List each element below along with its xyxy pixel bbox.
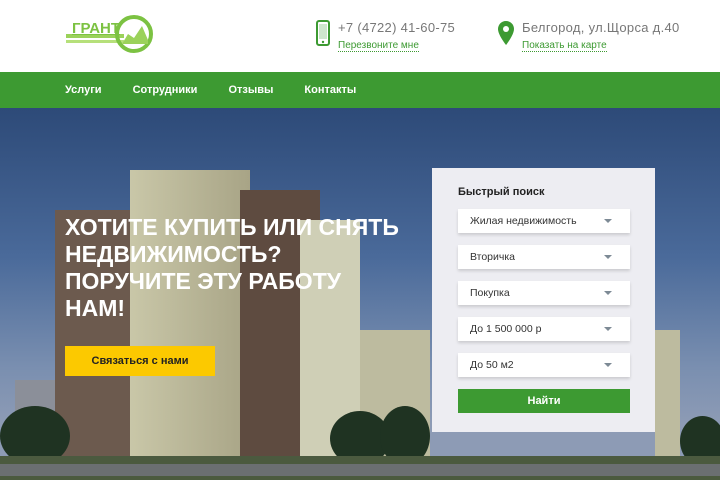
site-header: ГРАНТ +7 (4722) 41-60-75 Перезвоните мне… [0, 0, 720, 72]
callback-link[interactable]: Перезвоните мне [338, 40, 419, 52]
contact-us-button[interactable]: Связаться с нами [65, 346, 215, 376]
select-value: До 50 м2 [470, 359, 514, 371]
select-value: До 1 500 000 р [470, 323, 542, 335]
price-select[interactable]: До 1 500 000 р [458, 317, 630, 341]
map-pin-icon [498, 21, 514, 45]
deal-type-select[interactable]: Покупка [458, 281, 630, 305]
chevron-down-icon [604, 363, 612, 367]
chevron-down-icon [604, 327, 612, 331]
chevron-down-icon [604, 255, 612, 259]
logo-text: ГРАНТ [72, 20, 121, 37]
phone-block: +7 (4722) 41-60-75 Перезвоните мне [316, 20, 455, 53]
hero-section: Хотите купить или снять недвижимость? По… [0, 108, 720, 480]
select-value: Жилая недвижимость [470, 215, 577, 227]
nav-item-contacts[interactable]: Контакты [304, 84, 356, 96]
main-nav: Услуги Сотрудники Отзывы Контакты [0, 72, 720, 108]
address-block: Белгород, ул.Щорса д.40 Показать на карт… [498, 20, 680, 53]
chevron-down-icon [604, 291, 612, 295]
logo[interactable]: ГРАНТ [64, 14, 156, 54]
hero-headline: Хотите купить или снять недвижимость? По… [65, 214, 399, 321]
find-button[interactable]: Найти [458, 389, 630, 413]
chevron-down-icon [604, 219, 612, 223]
quick-search-panel: Быстрый поиск Жилая недвижимость Вторичк… [432, 168, 655, 432]
address: Белгород, ул.Щорса д.40 [522, 20, 680, 35]
phone-icon [316, 20, 330, 46]
select-value: Покупка [470, 287, 510, 299]
phone-number: +7 (4722) 41-60-75 [338, 20, 456, 35]
area-select[interactable]: До 50 м2 [458, 353, 630, 377]
market-select[interactable]: Вторичка [458, 245, 630, 269]
show-map-link[interactable]: Показать на карте [522, 40, 607, 52]
quick-search-title: Быстрый поиск [458, 186, 545, 198]
nav-item-services[interactable]: Услуги [65, 84, 102, 96]
nav-item-reviews[interactable]: Отзывы [228, 84, 273, 96]
select-value: Вторичка [470, 251, 516, 263]
property-type-select[interactable]: Жилая недвижимость [458, 209, 630, 233]
nav-item-staff[interactable]: Сотрудники [133, 84, 198, 96]
